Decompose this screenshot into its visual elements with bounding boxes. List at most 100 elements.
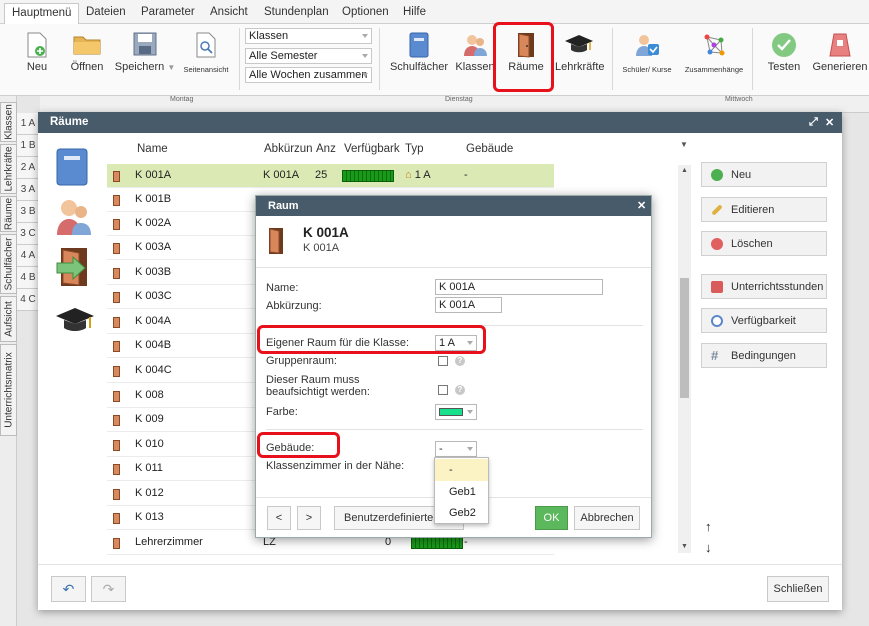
klassen-button[interactable]: Klassen	[455, 24, 495, 96]
scroll-down-icon[interactable]: ▼	[681, 543, 688, 550]
bedingungen-button[interactable]: # Bedingungen	[701, 343, 827, 368]
students-icon[interactable]	[55, 197, 93, 237]
schueler-kurse-button[interactable]: Schüler/ Kurse	[619, 24, 675, 96]
abkuerzung-field[interactable]: K 001A	[435, 297, 502, 313]
ok-button[interactable]: OK	[535, 506, 568, 530]
col-header-name[interactable]: Name	[137, 143, 168, 155]
neu-button[interactable]: Neu	[701, 162, 827, 187]
class-row-label: 1 B	[17, 135, 39, 157]
room-type: ⌂ 1 A	[405, 169, 431, 181]
editieren-button[interactable]: Editieren	[701, 197, 827, 222]
button-label: Bedingungen	[731, 350, 796, 362]
prev-button[interactable]: <	[267, 506, 291, 530]
availability-bar	[342, 170, 394, 182]
close-icon[interactable]: ✕	[825, 116, 834, 129]
vtab-schulfaecher[interactable]: Schulfächer	[0, 234, 17, 294]
seitenansicht-button[interactable]: Seitenansicht	[180, 24, 232, 96]
testen-button[interactable]: Testen	[763, 24, 805, 96]
menu-parameter[interactable]: Parameter	[134, 3, 202, 22]
class-row-label: 4 B	[17, 267, 39, 289]
schulfaecher-button[interactable]: Schulfächer	[389, 24, 449, 96]
plus-icon	[711, 169, 723, 181]
generieren-button[interactable]: Generieren	[812, 24, 868, 96]
divider	[266, 429, 643, 430]
menu-dateien[interactable]: Dateien	[79, 3, 133, 22]
gebaeude-option[interactable]: -	[435, 459, 488, 481]
dialog-title-text: Raum	[268, 200, 299, 212]
room-row-selected[interactable]: K 001A K 001A 25 ⌂ 1 A -	[107, 164, 554, 188]
vtab-unterrichtsmatrix[interactable]: Unterrichtsmatrix	[0, 344, 17, 436]
col-header-gebaeude[interactable]: Gebäude	[466, 143, 513, 155]
room-capacity: 25	[315, 169, 328, 181]
wochen-select[interactable]: Alle Wochen zusammen	[245, 67, 372, 83]
col-header-verfuegbarkeit[interactable]: Verfügbark	[344, 143, 400, 155]
door-icon	[113, 317, 120, 328]
room-name: K 004B	[135, 339, 172, 351]
name-field[interactable]: K 001A	[435, 279, 603, 295]
move-up-icon[interactable]: ↑	[705, 519, 712, 534]
gebaeude-select[interactable]: -	[435, 441, 477, 457]
maximize-icon[interactable]: ⤢	[809, 116, 818, 129]
gebaeude-option[interactable]: Geb2	[435, 502, 488, 524]
col-header-anzahl[interactable]: Anz	[316, 143, 336, 155]
graduation-cap-icon[interactable]	[55, 304, 95, 336]
vtab-lehrkraefte[interactable]: Lehrkräfte	[0, 144, 17, 194]
verfuegbarkeit-button[interactable]: Verfügbarkeit	[701, 308, 827, 333]
abbrechen-button[interactable]: Abbrechen	[574, 506, 640, 530]
gebaeude-option[interactable]: Geb1	[435, 481, 488, 503]
undo-button[interactable]: ↶	[51, 576, 86, 602]
ribbon-separator	[612, 28, 613, 90]
close-icon[interactable]: ✕	[637, 199, 646, 212]
chevron-down-icon[interactable]: ▼	[680, 140, 688, 149]
room-name: K 004C	[135, 364, 172, 376]
ribbon-separator	[379, 28, 380, 90]
vtab-aufsicht[interactable]: Aufsicht	[0, 296, 17, 342]
scrollbar-thumb[interactable]	[680, 278, 689, 398]
room-name: K 003C	[135, 290, 172, 302]
col-header-abkuerzung[interactable]: Abkürzun	[264, 143, 313, 155]
help-icon[interactable]: ?	[455, 356, 465, 366]
beaufsichtigt-checkbox[interactable]	[438, 385, 448, 395]
help-icon[interactable]: ?	[455, 385, 465, 395]
speichern-button[interactable]: Speichern ▼	[114, 24, 176, 96]
book-icon[interactable]	[55, 148, 89, 186]
door-icon	[113, 292, 120, 303]
klassen-select[interactable]: Klassen	[245, 28, 372, 44]
semester-select[interactable]: Alle Semester	[245, 48, 372, 64]
move-down-icon[interactable]: ↓	[705, 540, 712, 555]
door-icon	[113, 243, 120, 254]
door-enter-icon[interactable]	[55, 247, 95, 287]
menu-stundenplan[interactable]: Stundenplan	[257, 3, 336, 22]
gruppenraum-checkbox[interactable]	[438, 356, 448, 366]
zusammenhaenge-button[interactable]: Zusammenhänge	[682, 24, 746, 96]
gebaeude-highlight	[257, 432, 340, 458]
menu-hauptmenue[interactable]: Hauptmenü	[4, 3, 80, 24]
raeume-highlight	[493, 22, 554, 92]
check-badge-icon	[772, 33, 796, 57]
loeschen-button[interactable]: Löschen	[701, 231, 827, 256]
unterrichtsstunden-button[interactable]: Unterrichtsstunden	[701, 274, 827, 299]
dialog-title-text: Räume	[50, 116, 89, 128]
room-name: K 002A	[135, 217, 172, 229]
col-header-typ[interactable]: Typ	[405, 143, 424, 155]
scroll-up-icon[interactable]: ▲	[681, 167, 688, 174]
redo-button[interactable]: ↷	[91, 576, 126, 602]
neu-button[interactable]: Neu	[18, 24, 56, 96]
lehrkraefte-button[interactable]: Lehrkräfte	[555, 24, 605, 96]
list-scrollbar[interactable]: ▲ ▼	[678, 165, 691, 553]
menu-optionen[interactable]: Optionen	[335, 3, 396, 22]
vtab-klassen[interactable]: Klassen	[0, 102, 17, 142]
menu-ansicht[interactable]: Ansicht	[203, 3, 255, 22]
door-icon	[113, 538, 120, 549]
footer-divider	[38, 564, 842, 565]
speichern-label: Speichern	[114, 61, 165, 73]
hash-icon: #	[711, 348, 719, 363]
schliessen-button[interactable]: Schließen	[767, 576, 829, 602]
room-name: K 008	[135, 389, 164, 401]
farbe-select[interactable]	[435, 404, 477, 420]
next-button[interactable]: >	[297, 506, 321, 530]
dialog-title: Räume	[38, 112, 842, 133]
vtab-raeume[interactable]: Räume	[0, 196, 17, 232]
menu-hilfe[interactable]: Hilfe	[396, 3, 433, 22]
oeffnen-button[interactable]: Öffnen	[66, 24, 108, 96]
